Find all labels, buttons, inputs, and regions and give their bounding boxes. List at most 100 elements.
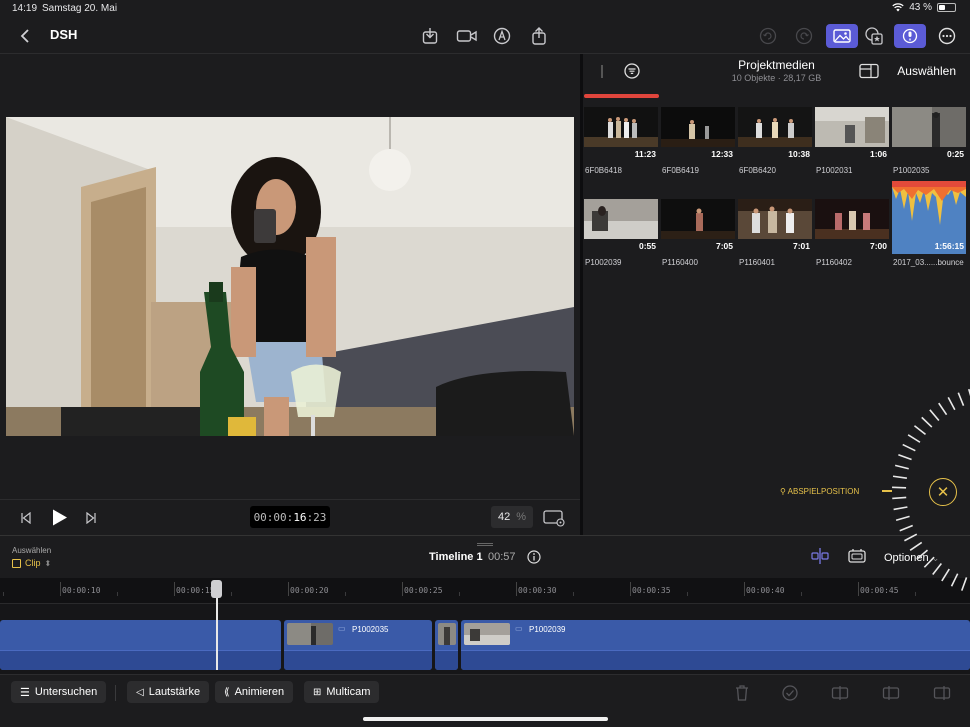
trash-icon[interactable] xyxy=(733,684,751,702)
resize-handle-icon[interactable] xyxy=(477,543,493,546)
status-bar: 14:19 Samstag 20. Mai 43 % xyxy=(0,0,970,18)
media-item[interactable]: 0:25 P1002035 xyxy=(892,107,966,175)
video-preview[interactable] xyxy=(6,117,574,436)
voiceover-button[interactable] xyxy=(490,24,514,48)
grid-icon: ⊞ xyxy=(313,686,322,698)
timeline-header: Auswählen Clip ⬍ Timeline 1 00:57 Option… xyxy=(0,535,970,578)
timecode-display[interactable]: 00:00: 16:23 xyxy=(250,506,330,528)
top-toolbar: DSH xyxy=(0,18,970,54)
animate-button[interactable]: ⟪ Animieren xyxy=(215,681,294,703)
play-icon xyxy=(53,509,67,526)
close-jog-button[interactable]: ✕ xyxy=(929,478,957,506)
timeline-clip[interactable]: ▭ P1002039 xyxy=(461,620,970,670)
snapping-icon xyxy=(811,548,829,564)
trim-start-icon[interactable] xyxy=(882,684,900,702)
trim-end-icon[interactable] xyxy=(933,684,951,702)
skip-back-icon xyxy=(21,511,31,525)
playhead-position-label: ⚲ ABSPIELPOSITION xyxy=(780,487,859,496)
media-duration: 12:33 xyxy=(711,149,733,159)
media-item[interactable]: 1:06 P1002031 xyxy=(815,107,889,175)
media-item[interactable]: 10:38 6F0B6420 xyxy=(738,107,812,175)
film-strip-icon xyxy=(848,549,866,563)
media-item[interactable]: 7:01 P1160401 xyxy=(738,199,812,267)
more-button[interactable] xyxy=(935,24,959,48)
battery-icon xyxy=(937,3,956,12)
import-progress-bar xyxy=(584,94,659,98)
media-thumbnail xyxy=(892,107,966,147)
media-duration: 7:05 xyxy=(715,241,733,251)
clip-appearance-button[interactable] xyxy=(847,548,867,569)
play-button[interactable] xyxy=(52,509,68,531)
skip-back-button[interactable] xyxy=(20,511,32,529)
skip-forward-button[interactable] xyxy=(85,511,97,529)
ruler-label: 00:00:10 xyxy=(62,586,101,595)
media-item[interactable]: 7:05 P1160400 xyxy=(661,199,735,267)
playhead-label-text: ABSPIELPOSITION xyxy=(787,487,860,496)
display-settings-icon xyxy=(543,510,565,527)
zoom-field[interactable]: 42 % xyxy=(491,506,533,528)
inspector-toggle-button[interactable] xyxy=(894,24,926,48)
media-item[interactable]: 1:56:15 2017_03......bounce xyxy=(892,181,966,267)
share-button[interactable] xyxy=(527,24,551,48)
media-name: P1160400 xyxy=(662,258,698,267)
clip-name: P1002035 xyxy=(352,625,389,634)
playhead-handle[interactable] xyxy=(211,580,222,598)
media-thumbnail xyxy=(661,107,735,147)
media-item[interactable]: 12:33 6F0B6419 xyxy=(661,107,735,175)
checkmark-circle-icon[interactable] xyxy=(781,684,799,702)
browser-select-button[interactable]: Auswählen xyxy=(897,64,956,78)
media-name: 2017_03......bounce xyxy=(893,258,964,267)
clip-thumbnail xyxy=(464,623,510,645)
effects-button[interactable] xyxy=(862,24,886,48)
media-name: 6F0B6420 xyxy=(739,166,776,175)
layout-button[interactable] xyxy=(859,63,879,84)
media-thumbnail xyxy=(584,199,658,239)
timeline-ruler[interactable]: 00:00:10 00:00:15 00:00:20 00:00:25 00:0… xyxy=(0,578,970,604)
selection-mode-menu[interactable]: Clip ⬍ xyxy=(12,558,51,568)
home-indicator[interactable] xyxy=(363,717,608,721)
battery-percent: 43 % xyxy=(909,2,932,13)
skip-forward-icon xyxy=(86,511,96,525)
inspect-button[interactable]: ☰ Untersuchen xyxy=(11,681,107,703)
timeline-options-button[interactable]: Optionen ⌄ xyxy=(884,552,939,564)
video-frame-image xyxy=(6,117,574,436)
photos-button[interactable] xyxy=(826,24,858,48)
timeline-clip[interactable] xyxy=(435,620,458,670)
timeline-clip[interactable]: ▭ P1002035 xyxy=(284,620,432,670)
undo-icon xyxy=(759,27,777,45)
back-button[interactable] xyxy=(14,24,38,48)
split-clip-icon[interactable] xyxy=(831,684,849,702)
media-item[interactable]: 0:55 P1002039 xyxy=(584,199,658,267)
sliders-icon: ☰ xyxy=(20,686,30,699)
media-duration: 11:23 xyxy=(634,149,656,159)
media-duration: 0:55 xyxy=(638,241,656,251)
timeline-duration: 00:57 xyxy=(488,551,516,563)
audio-waveform xyxy=(0,650,281,670)
media-thumbnail xyxy=(815,199,889,239)
redo-button[interactable] xyxy=(792,24,816,48)
undo-button[interactable] xyxy=(756,24,780,48)
media-item[interactable]: 7:00 P1160402 xyxy=(815,199,889,267)
timecode-frames: :23 xyxy=(306,510,327,524)
pen-circle-icon xyxy=(493,27,511,45)
animate-icon: ⟪ xyxy=(224,686,230,698)
multicam-label: Multicam xyxy=(326,686,371,698)
clip-thumbnail xyxy=(287,623,333,645)
media-name: P1002035 xyxy=(893,166,930,175)
snapping-button[interactable] xyxy=(810,548,830,569)
media-item[interactable]: 11:23 6F0B6418 xyxy=(584,107,658,175)
timecode-seconds: 16 xyxy=(293,510,307,524)
status-time: 14:19 xyxy=(12,3,38,14)
multicam-button[interactable]: ⊞ Multicam xyxy=(304,681,380,703)
ruler-label: 00:00:40 xyxy=(746,586,785,595)
ruler-label: 00:00:20 xyxy=(290,586,329,595)
viewer-options-button[interactable] xyxy=(543,509,565,532)
clip-name: P1002039 xyxy=(529,625,566,634)
camera-button[interactable] xyxy=(454,24,480,48)
volume-button[interactable]: ◁ Lautstärke xyxy=(127,681,210,703)
media-name: P1002039 xyxy=(585,258,622,267)
timeline-clip[interactable] xyxy=(0,620,281,670)
video-clip-icon: ▭ xyxy=(515,624,523,633)
timeline-info-button[interactable] xyxy=(527,550,541,569)
import-button[interactable] xyxy=(418,24,442,48)
